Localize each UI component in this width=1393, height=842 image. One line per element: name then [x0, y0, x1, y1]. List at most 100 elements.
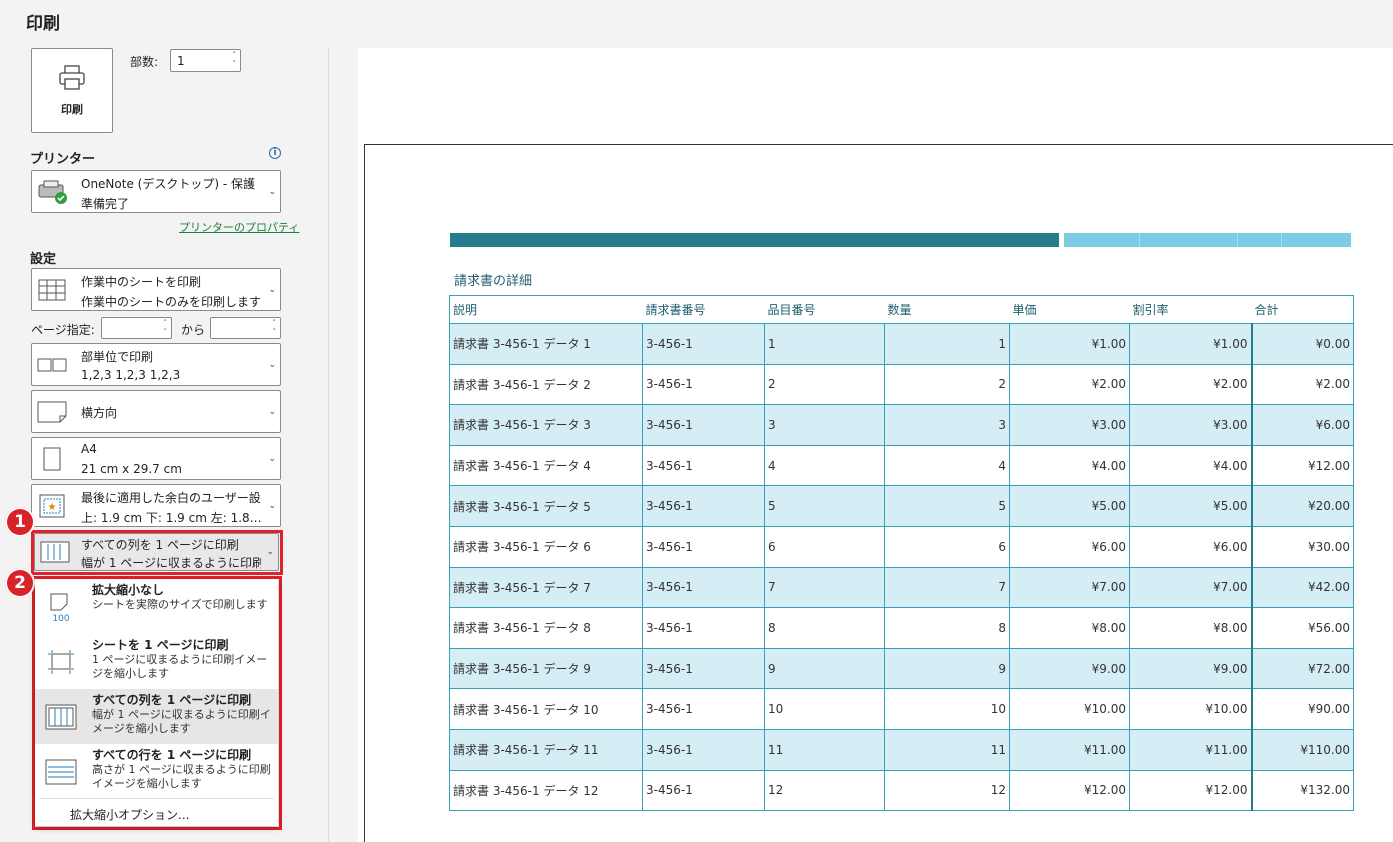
table-row: 請求書 3-456-1 データ 1 3-456-1 1 1 ¥1.00 ¥1.00 ¥0.0… [449, 323, 1354, 365]
scaling-options-link[interactable]: 拡大縮小オプション... [70, 806, 189, 823]
fit-columns-icon [43, 699, 79, 735]
table-cell: 4 [884, 444, 1010, 487]
column-header: 説明 [449, 295, 643, 324]
printer-section-title: プリンター [30, 152, 96, 167]
copies-value: 1 [177, 54, 185, 68]
table-cell: 請求書 3-456-1 データ 5 [449, 485, 643, 527]
panel-divider [328, 48, 329, 842]
table-cell: ¥7.00 [1129, 566, 1252, 609]
table-cell: 12 [884, 769, 1010, 812]
table-cell: 3-456-1 [642, 363, 765, 406]
table-cell: 5 [764, 485, 885, 527]
print-button[interactable]: 印刷 [31, 48, 113, 133]
printer-properties-link[interactable]: プリンターのプロパティ [179, 219, 299, 235]
table-cell: ¥11.00 [1129, 728, 1252, 771]
collate-dropdown[interactable]: 部単位で印刷 1,2,3 1,2,3 1,2,3 ⌄ [31, 343, 281, 386]
menu-item-no-scaling[interactable]: 100 拡大縮小なし シートを実際のサイズで印刷します [35, 579, 278, 634]
table-cell: 8 [884, 607, 1010, 649]
table-cell: ¥56.00 [1250, 607, 1354, 649]
table-cell: ¥30.00 [1250, 525, 1354, 568]
table-cell: ¥11.00 [1009, 728, 1130, 771]
landscape-page-icon [37, 400, 67, 424]
page-from-input[interactable]: ˄ ˅ [101, 317, 172, 339]
table-cell: ¥9.00 [1009, 647, 1130, 690]
page-title: 印刷 [26, 14, 60, 34]
collate-icon [37, 353, 67, 377]
printer-name: OneNote (デスクトップ) - 保護 [81, 177, 255, 191]
menu-item-title: シートを 1 ページに印刷 [92, 638, 229, 652]
menu-item-title: すべての列を 1 ページに印刷 [92, 693, 252, 707]
table-cell: ¥8.00 [1129, 607, 1252, 649]
table-cell: ¥72.00 [1250, 647, 1354, 690]
table-cell: 2 [884, 363, 1010, 406]
table-cell: 3-456-1 [642, 485, 765, 527]
svg-text:★: ★ [48, 502, 57, 513]
table-cell: 請求書 3-456-1 データ 8 [449, 607, 643, 649]
margins-dropdown[interactable]: ★ 最後に適用した余白のユーザー設定 上: 1.9 cm 下: 1.9 cm 左… [31, 484, 281, 527]
collate-desc: 1,2,3 1,2,3 1,2,3 [81, 368, 181, 382]
menu-item-title: 拡大縮小なし [92, 583, 165, 597]
info-icon[interactable]: i [269, 147, 281, 159]
menu-item-desc: シートを実際のサイズで印刷します [92, 598, 268, 611]
menu-item-fit-columns[interactable]: すべての列を 1 ページに印刷 幅が 1 ページに収まるように印刷イメージを縮小… [35, 689, 278, 744]
table-cell: ¥2.00 [1129, 363, 1252, 406]
table-cell: 6 [884, 525, 1010, 568]
table-cell: ¥1.00 [1009, 323, 1130, 365]
menu-item-desc: 1 ページに収まるように印刷イメージを縮小します [92, 653, 268, 680]
table-cell: 2 [764, 363, 885, 406]
table-row: 請求書 3-456-1 データ 10 3-456-1 10 10 ¥10.00 ¥10.0… [449, 688, 1354, 730]
printer-icon [57, 64, 87, 95]
table-cell: 7 [884, 566, 1010, 609]
table-cell: 3 [764, 404, 885, 446]
table-cell: 10 [764, 688, 885, 730]
invoice-title: 請求書の詳細 [454, 274, 533, 289]
menu-item-title: すべての行を 1 ページに印刷 [92, 748, 252, 762]
copies-input[interactable]: 1 ˄ ˅ [170, 49, 241, 72]
table-cell: 請求書 3-456-1 データ 2 [449, 363, 643, 406]
print-scope-dropdown[interactable]: 作業中のシートを印刷 作業中のシートのみを印刷します ⌄ [31, 268, 281, 311]
table-cell: 10 [884, 688, 1010, 730]
invoice-table: 説明 請求書番号 品目番号 数量 単価 割引率 合計 請求書 3-456-1 デ… [449, 295, 1354, 812]
table-cell: ¥4.00 [1009, 444, 1130, 487]
menu-item-fit-rows[interactable]: すべての行を 1 ページに印刷 高さが 1 ページに収まるように印刷イメージを縮… [35, 744, 278, 799]
table-row: 請求書 3-456-1 データ 6 3-456-1 6 6 ¥6.00 ¥6.00 ¥30.… [449, 525, 1354, 568]
print-button-label: 印刷 [61, 103, 83, 116]
table-cell: ¥42.00 [1250, 566, 1354, 609]
step-badge-2: 2 [5, 568, 35, 598]
page-from-spinner[interactable]: ˄ ˅ [164, 319, 168, 337]
orientation-dropdown[interactable]: 横方向 ⌄ [31, 390, 281, 433]
table-cell: ¥12.00 [1129, 769, 1252, 812]
menu-separator [39, 798, 274, 799]
table-row: 請求書 3-456-1 データ 7 3-456-1 7 7 ¥7.00 ¥7.00 ¥42.… [449, 566, 1354, 609]
column-header: 割引率 [1129, 295, 1252, 324]
table-cell: 6 [764, 525, 885, 568]
settings-section-title: 設定 [30, 252, 57, 267]
table-cell: 9 [764, 647, 885, 690]
margins-desc: 上: 1.9 cm 下: 1.9 cm 左: 1.8… [81, 511, 262, 525]
fit-sheet-icon [43, 644, 79, 680]
copies-spinner[interactable]: ˄ ˅ [233, 51, 237, 69]
chevron-down-icon: ⌄ [268, 186, 276, 197]
table-cell: ¥110.00 [1250, 728, 1354, 771]
paper-size-dropdown[interactable]: A4 21 cm x 29.7 cm ⌄ [31, 437, 281, 480]
menu-item-fit-sheet[interactable]: シートを 1 ページに印刷 1 ページに収まるように印刷イメージを縮小します [35, 634, 278, 689]
table-cell: 3-456-1 [642, 607, 765, 649]
table-cell: ¥90.00 [1250, 688, 1354, 730]
table-cell: 3-456-1 [642, 688, 765, 730]
printer-dropdown[interactable]: OneNote (デスクトップ) - 保護 準備完了 ⌄ [31, 170, 281, 213]
table-cell: ¥7.00 [1009, 566, 1130, 609]
page-to-spinner[interactable]: ˄ ˅ [273, 319, 277, 337]
paper-size-desc: 21 cm x 29.7 cm [81, 462, 182, 476]
table-cell: 5 [884, 485, 1010, 527]
table-cell: 請求書 3-456-1 データ 11 [449, 728, 643, 771]
table-cell: ¥8.00 [1009, 607, 1130, 649]
table-cell: 3-456-1 [642, 404, 765, 446]
table-cell: 9 [884, 647, 1010, 690]
table-cell: 4 [764, 444, 885, 487]
table-cell: 1 [884, 323, 1010, 365]
page-to-input[interactable]: ˄ ˅ [210, 317, 281, 339]
table-row: 請求書 3-456-1 データ 3 3-456-1 3 3 ¥3.00 ¥3.00 ¥6.0… [449, 404, 1354, 446]
custom-margins-icon: ★ [37, 494, 67, 518]
table-cell: ¥20.00 [1250, 485, 1354, 527]
table-cell: 3 [884, 404, 1010, 446]
